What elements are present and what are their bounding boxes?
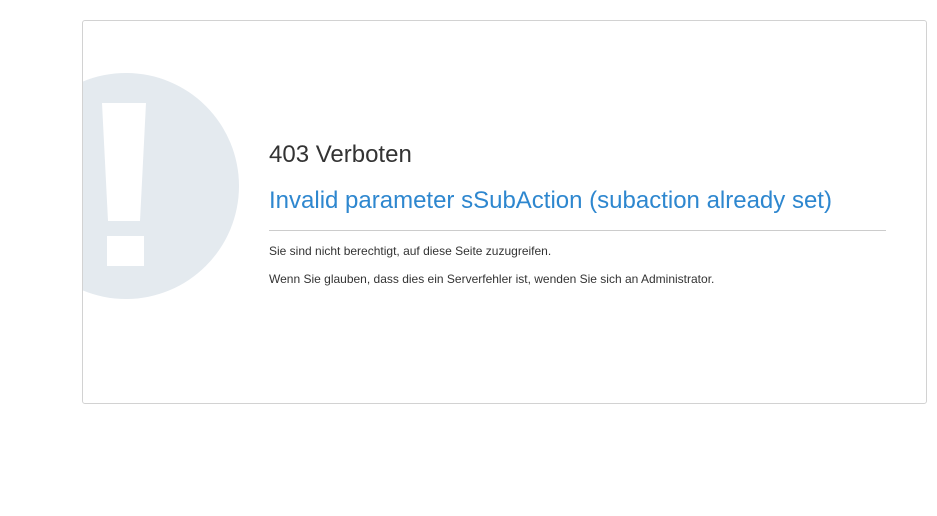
divider [269,230,886,231]
error-panel: 403 Verboten Invalid parameter sSubActio… [82,20,927,404]
error-description: Sie sind nicht berechtigt, auf diese Sei… [269,244,552,258]
exclamation-icon [83,73,239,299]
error-title: 403 Verboten [269,141,412,168]
error-hint: Wenn Sie glauben, dass dies ein Serverfe… [269,272,715,286]
error-message: Invalid parameter sSubAction (subaction … [269,187,832,214]
error-content: 403 Verboten Invalid parameter sSubActio… [269,139,886,287]
